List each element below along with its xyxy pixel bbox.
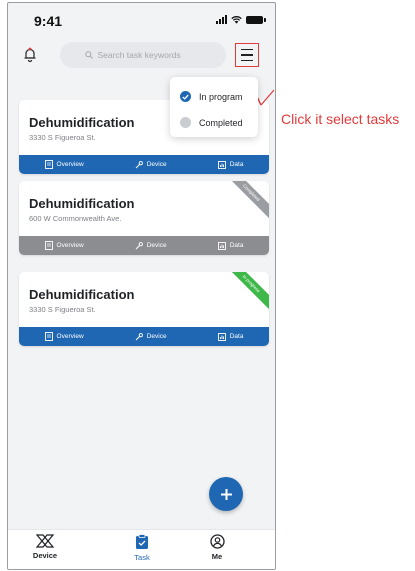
task-address: 3330 S Figueroa St. <box>29 305 96 314</box>
wrench-icon <box>135 160 143 168</box>
header <box>8 39 275 73</box>
annotation-text: Click it select tasks <box>281 111 400 127</box>
nav-item-task[interactable]: Task <box>117 534 167 562</box>
filter-option-label: In program <box>199 91 243 102</box>
overview-label: Overview <box>56 333 84 340</box>
status-icons <box>216 15 266 24</box>
hamburger-menu-icon <box>241 48 253 51</box>
data-button[interactable]: Data <box>217 241 244 250</box>
search-icon <box>84 51 93 59</box>
checked-circle-icon <box>180 91 191 102</box>
chart-icon <box>217 332 226 341</box>
nav-item-me[interactable]: Me <box>192 534 242 561</box>
device-button[interactable]: Device <box>135 241 167 250</box>
plus-icon <box>220 488 232 500</box>
phone-screen: 9:41 Search task keywords Dehumidificati… <box>7 2 276 570</box>
task-action-bar: Overview Device Data <box>19 155 269 174</box>
filter-option-in-program[interactable]: In program <box>180 91 243 102</box>
bottom-nav: Device Task Me <box>8 529 275 569</box>
data-label: Data <box>229 161 244 168</box>
nav-label: Task <box>134 553 150 562</box>
status-ribbon: In progress <box>222 272 269 313</box>
status-time: 9:41 <box>34 13 63 29</box>
overview-button[interactable]: Overview <box>44 332 84 341</box>
status-bar: 9:41 <box>8 3 275 33</box>
overview-button[interactable]: Overview <box>44 160 84 169</box>
bell-alert-icon[interactable] <box>23 47 37 63</box>
overview-label: Overview <box>56 161 84 168</box>
add-task-button[interactable] <box>209 477 243 511</box>
data-button[interactable]: Data <box>217 332 244 341</box>
overview-label: Overview <box>56 242 84 249</box>
task-title: Dehumidification <box>29 196 135 211</box>
document-icon <box>44 332 53 341</box>
clipboard-check-icon <box>136 534 148 549</box>
chart-icon <box>217 241 226 250</box>
data-label: Data <box>229 242 244 249</box>
signal-icon <box>216 15 227 24</box>
task-title: Dehumidification <box>29 115 135 130</box>
wrench-icon <box>135 241 143 249</box>
wrench-icon <box>135 332 143 340</box>
device-logo-icon <box>36 534 54 548</box>
device-label: Device <box>146 242 167 249</box>
task-address: 600 W Commonwealth Ave. <box>29 214 122 223</box>
task-address: 3330 S Figueroa St. <box>29 133 96 142</box>
nav-label: Device <box>32 551 58 560</box>
filter-option-completed[interactable]: Completed <box>180 117 243 128</box>
document-icon <box>44 160 53 169</box>
data-button[interactable]: Data <box>217 160 244 169</box>
device-label: Device <box>146 161 167 168</box>
device-label: Device <box>146 333 167 340</box>
task-card[interactable]: Dehumidification 3330 S Figueroa St. In … <box>19 272 269 346</box>
device-button[interactable]: Device <box>135 160 167 169</box>
task-action-bar: Overview Device Data <box>19 327 269 346</box>
task-card[interactable]: Dehumidification 600 W Commonwealth Ave.… <box>19 181 269 255</box>
status-ribbon: Completed <box>222 181 269 222</box>
battery-icon <box>246 15 266 24</box>
wifi-icon <box>231 16 242 24</box>
data-label: Data <box>229 333 244 340</box>
document-icon <box>44 241 53 250</box>
nav-label: Me <box>211 552 223 561</box>
task-title: Dehumidification <box>29 287 135 302</box>
nav-item-device[interactable]: Device <box>20 534 70 560</box>
search-bar[interactable] <box>60 42 226 68</box>
chart-icon <box>217 160 226 169</box>
filter-menu-button[interactable] <box>235 43 259 67</box>
user-circle-icon <box>209 534 225 549</box>
search-input[interactable] <box>97 50 202 60</box>
filter-dropdown: In program Completed <box>170 77 258 137</box>
unchecked-circle-icon <box>180 117 191 128</box>
device-button[interactable]: Device <box>135 332 167 341</box>
task-action-bar: Overview Device Data <box>19 236 269 255</box>
overview-button[interactable]: Overview <box>44 241 84 250</box>
filter-option-label: Completed <box>199 117 243 128</box>
